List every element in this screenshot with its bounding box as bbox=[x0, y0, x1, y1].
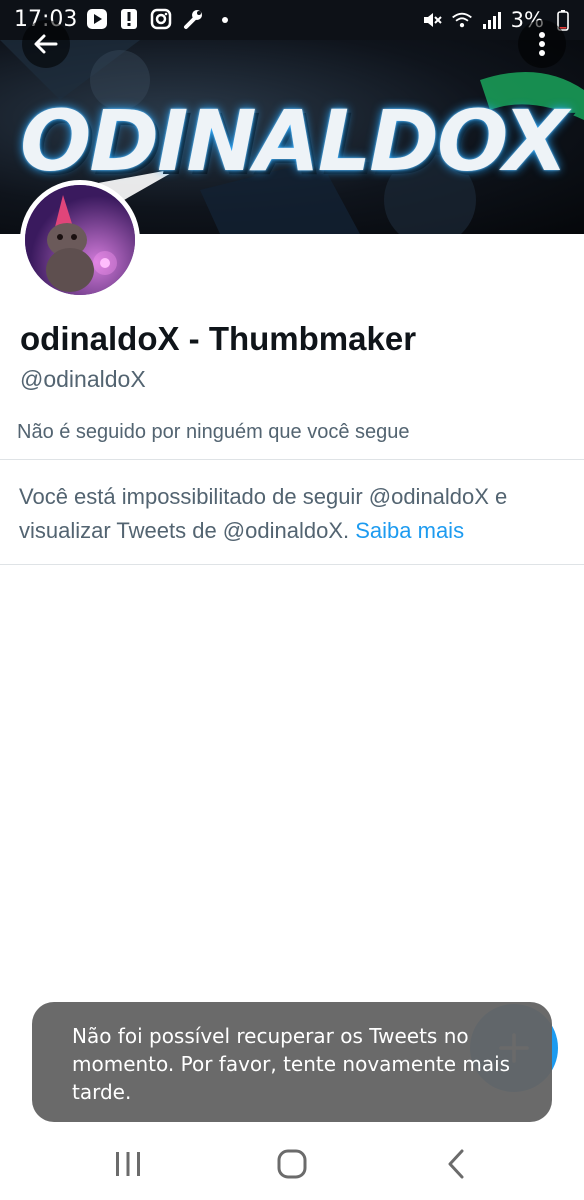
arrow-left-icon bbox=[34, 34, 58, 54]
signal-icon bbox=[481, 9, 503, 31]
alert-icon bbox=[118, 8, 140, 30]
recents-button[interactable] bbox=[106, 1142, 150, 1186]
snackbar-message: Não foi possível recuperar os Tweets no … bbox=[72, 1024, 511, 1104]
recents-icon bbox=[116, 1152, 140, 1176]
more-options-button[interactable] bbox=[518, 20, 566, 68]
more-vertical-icon bbox=[539, 32, 545, 56]
followed-by-text: Não é seguido por ninguém que você segue bbox=[17, 421, 410, 443]
notification-icons bbox=[86, 8, 236, 30]
wrench-icon bbox=[182, 8, 204, 30]
blocked-message: Você está impossibilitado de seguir @odi… bbox=[19, 480, 559, 548]
status-bar: 17:03 3% bbox=[0, 0, 584, 40]
banner-title: ODINALDOX bbox=[20, 92, 568, 190]
user-handle: @odinaldoX bbox=[20, 366, 146, 392]
divider bbox=[0, 564, 584, 565]
divider bbox=[0, 459, 584, 460]
instagram-icon bbox=[150, 8, 172, 30]
dot-icon bbox=[214, 8, 236, 30]
mute-icon bbox=[421, 9, 443, 31]
avatar-image bbox=[25, 185, 135, 295]
youtube-play-icon bbox=[86, 8, 108, 30]
back-button[interactable] bbox=[22, 20, 70, 68]
navigation-bar bbox=[0, 1128, 584, 1200]
display-name: odinaldoX - Thumbmaker bbox=[20, 320, 417, 357]
home-button[interactable] bbox=[270, 1142, 314, 1186]
snackbar: Não foi possível recuperar os Tweets no … bbox=[32, 1002, 552, 1122]
avatar[interactable] bbox=[20, 180, 140, 300]
home-icon bbox=[277, 1149, 307, 1179]
back-nav-button[interactable] bbox=[434, 1142, 478, 1186]
learn-more-link[interactable]: Saiba mais bbox=[355, 518, 464, 543]
back-icon bbox=[448, 1149, 464, 1179]
wifi-icon bbox=[451, 9, 473, 31]
